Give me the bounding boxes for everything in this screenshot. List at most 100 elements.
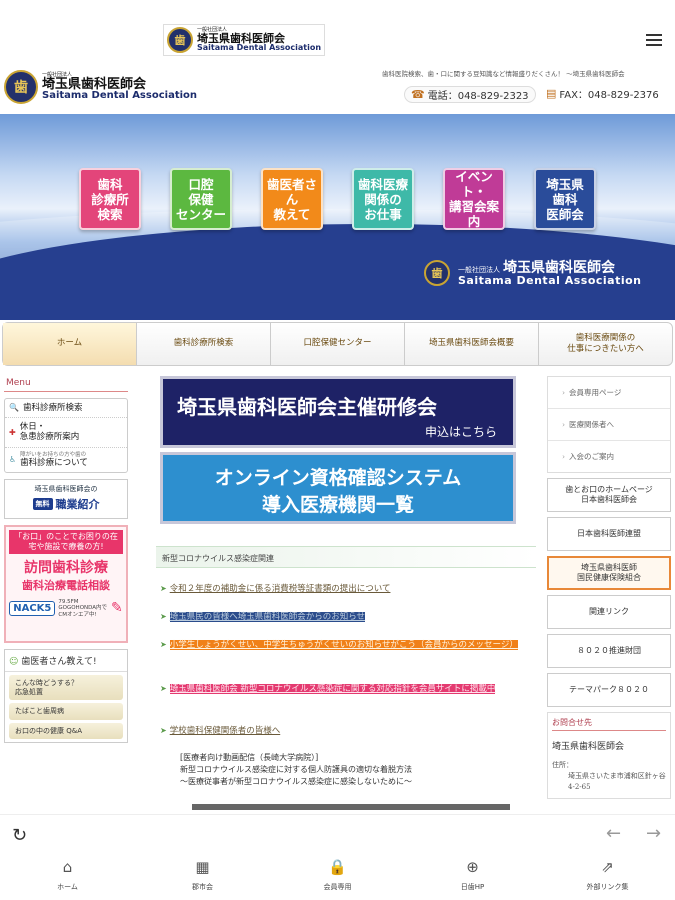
site-logo[interactable]: 歯 一般社団法人 埼玉県歯科医師会 Saitama Dental Associa… — [4, 70, 197, 104]
radio-frequency: 79.5FM GOGOHONDA内で CMオンエア中! — [58, 598, 108, 618]
news-link[interactable]: 埼玉県民の皆様へ埼玉県歯科医師会からのお知らせ — [169, 612, 366, 622]
arrow-icon: ➤ — [160, 726, 167, 735]
news-item[interactable]: ➤ 小学生しょうがくせい、中学生ちゅうがくせいのお知らせがこう（会員からのメッセー… — [160, 638, 520, 652]
back-arrow-icon[interactable]: ← — [606, 823, 621, 844]
forward-arrow-icon[interactable]: → — [646, 823, 661, 844]
tile-clinic-search[interactable]: 歯科 診療所 検索 — [79, 168, 141, 230]
hamburger-menu-icon[interactable] — [646, 34, 662, 46]
tab-label: 会員専用 — [323, 883, 352, 891]
tile-ask-dentist[interactable]: 歯医者さん 教えて — [261, 168, 323, 230]
seminar-banner[interactable]: 埼玉県歯科医師会主催研修会 申込はこちら — [160, 376, 516, 448]
video-notice-line: [医療者向け動画配信（長崎大学病院）] — [180, 753, 319, 762]
news-link[interactable]: 小学生しょうがくせい、中学生ちゅうがくせいのお知らせがこう（会員からのメッセージ… — [169, 640, 518, 650]
tab-jda-homepage[interactable]: ⊕ 日歯HP — [405, 854, 540, 900]
chevron-right-icon: › — [562, 452, 565, 461]
link-jda-federation[interactable]: 日本歯科医師連盟 — [547, 517, 671, 551]
home-icon: ⌂ — [62, 858, 73, 876]
jobs-top-text: 埼玉県歯科医師会の — [34, 485, 98, 494]
tab-label: 郡市会 — [192, 883, 213, 891]
nav-clinic-search[interactable]: 歯科診療所検索 — [137, 323, 271, 365]
news-link[interactable]: 令和２年度の補助金に係る消費税等証書類の提出について — [170, 584, 391, 594]
visit-header: 「お口」のことでお困りの在宅や施設で療養の方! — [9, 530, 123, 554]
phone-text: 電話：048-829-2323 — [427, 91, 529, 102]
main-nav: ホーム 歯科診療所検索 口腔保健センター 埼玉県歯科医師会概要 歯科医療関係の … — [2, 322, 673, 366]
app-logo[interactable]: 歯 一般社団法人 埼玉県歯科医師会 Saitama Dental Associa… — [163, 24, 325, 56]
qa-item-oral-health[interactable]: お口の中の健康 Q&A — [9, 722, 123, 739]
nav-association-overview[interactable]: 埼玉県歯科医師会概要 — [405, 323, 539, 365]
chevron-right-icon: › — [562, 420, 565, 429]
chevron-right-icon: › — [562, 388, 565, 397]
external-link-icon: ⇗ — [601, 858, 614, 876]
tab-home[interactable]: ⌂ ホーム — [0, 854, 135, 900]
banner-english-name: Saitama Dental Association — [458, 273, 642, 287]
link-8020-foundation[interactable]: ８０２０推進財団 — [547, 634, 671, 668]
news-item[interactable]: ➤ 学校歯科保健関係者の皆様へ — [160, 724, 520, 738]
hero-banner: 歯科 診療所 検索 口腔 保健 センター 歯医者さん 教えて 歯科医療 関係の … — [0, 114, 675, 320]
logo-english-name: Saitama Dental Association — [42, 90, 198, 101]
news-link[interactable]: 学校歯科保健関係者の皆様へ — [170, 726, 281, 736]
sidebar-item-dental-care[interactable]: ♿ 障がいをお持ちの方や歯の 歯科診療について — [5, 448, 127, 473]
contact-box: お問合せ先 埼玉県歯科医師会 住所： 埼玉県さいたま市浦和区針ヶ谷4-2-65 — [547, 712, 671, 799]
tile-oral-health-center[interactable]: 口腔 保健 センター — [170, 168, 232, 230]
link-theme-park-8020[interactable]: テーマパーク８０２０ — [547, 673, 671, 707]
browser-toolbar: ↻ ← → — [0, 814, 675, 854]
tab-label: ホーム — [57, 883, 78, 891]
news-item[interactable]: ➤ 令和２年度の補助金に係る消費税等証書類の提出について — [160, 582, 520, 596]
association-seal-icon: 歯 — [424, 260, 450, 286]
nav-oral-health-center[interactable]: 口腔保健センター — [271, 323, 405, 365]
bottom-tab-bar: ⌂ ホーム ▦ 郡市会 🔒 会員専用 ⊕ 日歯HP ⇗ 外部リンク集 — [0, 854, 675, 900]
tab-external-links[interactable]: ⇗ 外部リンク集 — [540, 854, 675, 900]
tile-dental-jobs[interactable]: 歯科医療 関係の お仕事 — [352, 168, 414, 230]
site-header: 歯 一般社団法人 埼玉県歯科医師会 Saitama Dental Associa… — [0, 64, 675, 114]
tab-label: 日歯HP — [460, 883, 485, 891]
link-jda-homepage[interactable]: 歯とお口のホームページ 日本歯科医師会 — [547, 478, 671, 512]
news-section-header: 新型コロナウイルス感染症関連 — [156, 546, 536, 568]
sidebar-item-holiday-clinic[interactable]: ✚ 休日・ 急患診療所案内 — [5, 418, 127, 448]
link-medical-professionals[interactable]: › 医療関係者へ — [548, 409, 670, 441]
right-sidebar: › 会員専用ページ › 医療関係者へ › 入会のご案内 歯とお口のホームページ 日本歯… — [547, 376, 671, 810]
arrow-icon: ➤ — [160, 684, 167, 693]
fax-text: FAX：048-829-2376 — [559, 90, 659, 101]
qa-item-first-aid[interactable]: こんな時どうする？ 応急処置 — [9, 675, 123, 701]
banner-japanese-name: 埼玉県歯科医師会 — [503, 259, 615, 276]
nav-home[interactable]: ホーム — [3, 323, 137, 365]
tile-events[interactable]: イベント・ 講習会案内 — [443, 168, 505, 230]
video-player[interactable] — [192, 804, 510, 810]
visit-subtitle: 歯科治療電話相談 — [22, 578, 110, 592]
link-health-insurance-union[interactable]: 埼玉県歯科医師 国民健康保険組合 — [547, 556, 671, 590]
tile-association[interactable]: 埼玉県 歯科 医師会 — [534, 168, 596, 230]
lock-icon: 🔒 — [328, 858, 347, 876]
left-sidebar: Menu 🔍 歯科診療所検索 ✚ 休日・ 急患診療所案内 ♿ 障がいをお持ちの方や歯の… — [4, 376, 128, 810]
member-box: › 会員専用ページ › 医療関係者へ › 入会のご案内 — [547, 376, 671, 473]
link-related-links[interactable]: 関連リンク — [547, 595, 671, 629]
online-verification-banner[interactable]: オンライン資格確認システム 導入医療機関一覧 — [160, 452, 516, 524]
sidebar-item-clinic-search[interactable]: 🔍 歯科診療所検索 — [5, 399, 127, 419]
cross-icon: ✚ — [9, 427, 16, 437]
wheelchair-icon: ♿ — [9, 455, 17, 465]
arrow-icon: ➤ — [160, 584, 167, 593]
seminar-title: 埼玉県歯科医師会主催研修会 — [177, 395, 437, 419]
toothbrush-icon: ✎ — [111, 600, 123, 617]
contact-name: 埼玉県歯科医師会 — [552, 742, 625, 752]
news-item[interactable]: ➤ 埼玉県歯科医師会 新型コロナウイルス感染症に関する対応指針を会員サイトに掲載中 — [160, 682, 520, 696]
link-membership[interactable]: › 入会のご案内 — [548, 441, 670, 472]
qa-item-tobacco[interactable]: たばこと歯周病 — [9, 703, 123, 720]
arrow-icon: ➤ — [160, 612, 167, 621]
link-member-page[interactable]: › 会員専用ページ — [548, 377, 670, 409]
tab-district-association[interactable]: ▦ 郡市会 — [135, 854, 270, 900]
fax-number: ▤ FAX：048-829-2376 — [546, 86, 659, 101]
news-item[interactable]: ➤ 埼玉県民の皆様へ埼玉県歯科医師会からのお知らせ — [160, 610, 520, 624]
nav-dental-jobs[interactable]: 歯科医療関係の 仕事につきたい方へ — [539, 323, 672, 365]
phone-icon: ☎ — [411, 88, 425, 101]
news-link[interactable]: 埼玉県歯科医師会 新型コロナウイルス感染症に関する対応指針を会員サイトに掲載中 — [169, 684, 496, 694]
association-seal-icon: 歯 — [4, 70, 38, 104]
phone-number[interactable]: ☎ 電話：048-829-2323 — [404, 86, 536, 103]
contact-address-label: 住所： — [552, 761, 573, 769]
video-notice-line: ～医療従事者が新型コロナウイルス感染症に感染しないために～ — [180, 777, 412, 786]
job-introduction-banner[interactable]: 埼玉県歯科医師会の 無料 職業紹介 — [4, 479, 128, 520]
fax-icon: ▤ — [546, 87, 557, 100]
home-visit-banner[interactable]: 「お口」のことでお困りの在宅や施設で療養の方! 訪問歯科診療 歯科治療電話相談 … — [4, 525, 128, 644]
seminar-subtitle: 申込はこちら — [424, 425, 497, 439]
refresh-icon[interactable]: ↻ — [12, 825, 27, 846]
tab-members-only[interactable]: 🔒 会員専用 — [270, 854, 405, 900]
